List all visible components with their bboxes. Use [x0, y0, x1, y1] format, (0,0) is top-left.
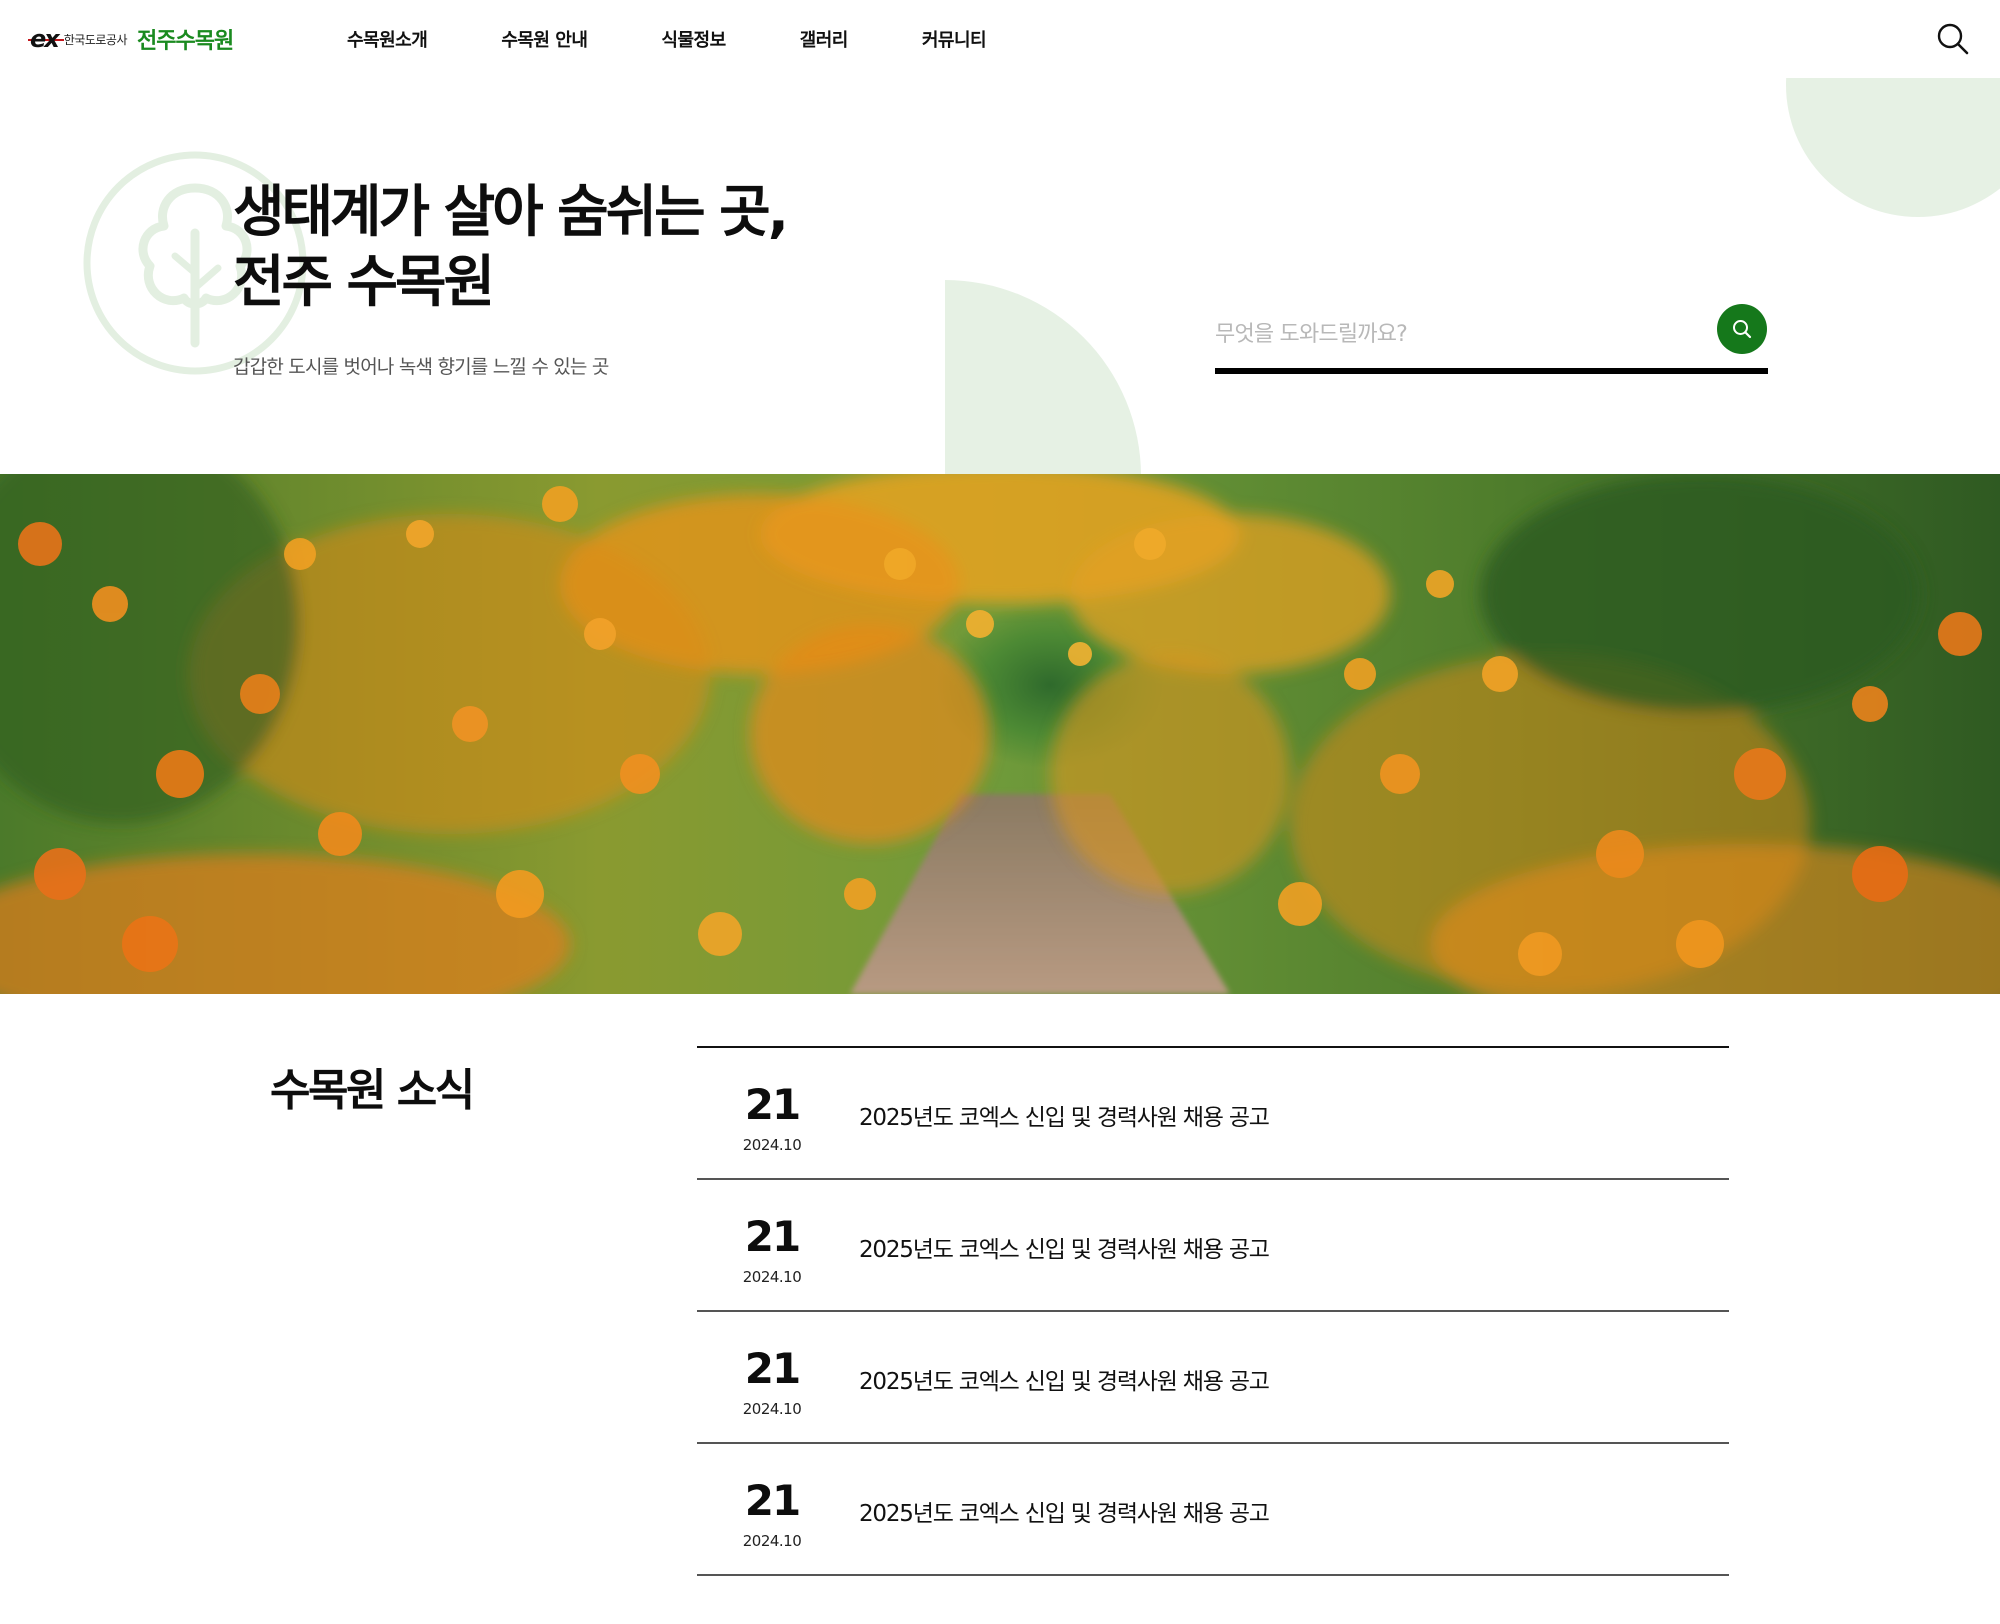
main-nav: 수목원소개 수목원 안내 식물정보 갤러리 커뮤니티	[347, 24, 987, 54]
news-day: 21	[744, 1344, 801, 1393]
search-icon	[1733, 320, 1752, 339]
site-name: 전주수목원	[137, 29, 234, 54]
news-list: 21 2024.10 2025년도 코엑스 신입 및 경력사원 채용 공고 21…	[697, 1046, 1729, 1576]
news-year-month: 2024.10	[742, 1400, 802, 1418]
search-underline	[1215, 368, 1768, 374]
decorative-circle	[1786, 78, 2000, 217]
news-link[interactable]: 2025년도 코엑스 신입 및 경력사원 채용 공고	[859, 1098, 1270, 1132]
hero-title: 생태계가 살아 숨쉬는 곳, 전주 수목원	[233, 178, 789, 318]
hero-search	[1215, 304, 1768, 376]
news-section-title: 수목원 소식	[270, 1065, 475, 1116]
ex-logo-mark: ex	[28, 25, 64, 53]
news-day: 21	[744, 1476, 801, 1525]
decorative-quarter-circle	[945, 280, 1141, 474]
hero-section: 생태계가 살아 숨쉬는 곳, 전주 수목원 갑갑한 도시를 벗어나 녹색 향기를…	[0, 78, 2000, 474]
nav-item-plants[interactable]: 식물정보	[661, 26, 726, 52]
news-day: 21	[744, 1212, 801, 1261]
news-link[interactable]: 2025년도 코엑스 신입 및 경력사원 채용 공고	[859, 1494, 1270, 1528]
news-day: 21	[744, 1080, 801, 1129]
news-item[interactable]: 21 2024.10 2025년도 코엑스 신입 및 경력사원 채용 공고	[697, 1180, 1729, 1312]
news-item[interactable]: 21 2024.10 2025년도 코엑스 신입 및 경력사원 채용 공고	[697, 1048, 1729, 1180]
search-input[interactable]	[1215, 310, 1695, 358]
banner-image	[0, 474, 2000, 994]
news-year-month: 2024.10	[742, 1268, 802, 1286]
nav-item-guide[interactable]: 수목원 안내	[501, 26, 588, 52]
site-header: ex 한국도로공사 전주수목원 수목원소개 수목원 안내 식물정보 갤러리 커뮤…	[0, 0, 2000, 78]
hero-title-line2: 전주 수목원	[233, 250, 495, 315]
hero-subtitle: 갑갑한 도시를 벗어나 녹색 향기를 느낄 수 있는 곳	[233, 356, 609, 378]
flower-path-photo	[0, 474, 2000, 994]
news-year-month: 2024.10	[742, 1532, 802, 1550]
news-year-month: 2024.10	[742, 1136, 802, 1154]
nav-item-about[interactable]: 수목원소개	[347, 26, 428, 52]
news-link[interactable]: 2025년도 코엑스 신입 및 경력사원 채용 공고	[859, 1362, 1270, 1396]
nav-item-community[interactable]: 커뮤니티	[922, 26, 987, 52]
org-name: 한국도로공사	[63, 32, 128, 47]
search-icon	[1937, 23, 1969, 55]
news-item[interactable]: 21 2024.10 2025년도 코엑스 신입 및 경력사원 채용 공고	[697, 1444, 1729, 1576]
hero-title-line1: 생태계가 살아 숨쉬는 곳,	[233, 180, 789, 245]
news-item[interactable]: 21 2024.10 2025년도 코엑스 신입 및 경력사원 채용 공고	[697, 1312, 1729, 1444]
header-search-button[interactable]	[1936, 22, 1970, 56]
site-logo[interactable]: ex 한국도로공사 전주수목원	[28, 22, 234, 56]
nav-item-gallery[interactable]: 갤러리	[800, 26, 849, 52]
news-link[interactable]: 2025년도 코엑스 신입 및 경력사원 채용 공고	[859, 1230, 1270, 1264]
search-submit-button[interactable]	[1717, 304, 1767, 354]
